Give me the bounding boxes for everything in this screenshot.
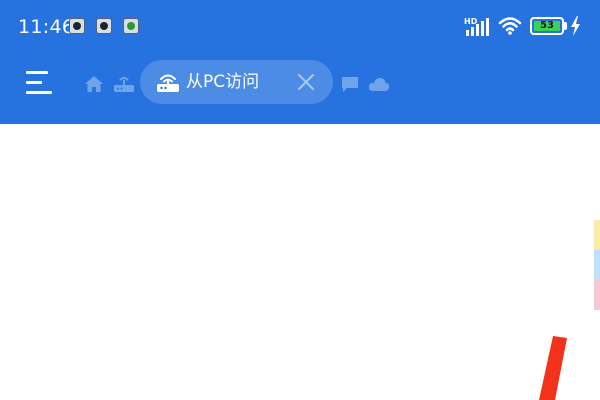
side-accent-blue	[594, 250, 600, 280]
tab-router[interactable]	[113, 74, 135, 94]
charging-icon	[571, 16, 580, 36]
tab-label: 从PC访问	[186, 72, 260, 92]
close-icon[interactable]	[296, 72, 316, 92]
app-notification-icon	[69, 18, 85, 34]
tab-home[interactable]	[84, 74, 104, 94]
battery-tip	[564, 22, 567, 30]
signal-strength-icon	[466, 18, 489, 36]
tab-chat[interactable]	[340, 75, 360, 93]
tab-access-from-pc[interactable]: 从PC访问	[140, 60, 333, 104]
menu-line	[26, 71, 48, 74]
battery-level: 53	[540, 20, 554, 31]
home-icon	[85, 76, 103, 92]
green-app-notification-icon	[123, 18, 139, 34]
side-accent-yellow	[594, 220, 600, 250]
router-wifi-icon	[157, 74, 179, 92]
menu-line	[26, 91, 52, 94]
red-brush-stroke	[539, 336, 567, 400]
cloud-icon	[368, 78, 390, 91]
status-time: 11:46	[18, 16, 75, 38]
app-notification-icon	[96, 18, 112, 34]
side-accent-pink	[594, 280, 600, 310]
router-icon	[114, 77, 134, 92]
chat-icon	[342, 77, 358, 92]
status-bar: 11:46 HD 53	[0, 0, 600, 54]
hamburger-menu-button[interactable]	[22, 66, 58, 100]
content-area	[0, 124, 600, 400]
tab-cloud[interactable]	[368, 76, 390, 92]
battery-icon: 53	[530, 17, 564, 35]
app-header: 11:46 HD 53 从PC访问	[0, 0, 600, 124]
menu-line	[26, 81, 42, 84]
wifi-icon	[498, 17, 522, 35]
